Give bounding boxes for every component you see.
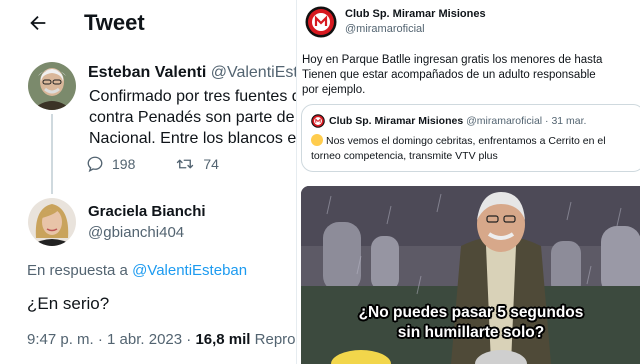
club-tweet-text: Hoy en Parque Batlle ingresan gratis los… bbox=[302, 53, 602, 98]
tweet-line: Nacional. Entre los blancos es bbox=[89, 130, 300, 147]
avatar-graciela[interactable] bbox=[28, 198, 76, 246]
smile-emoji-icon bbox=[311, 134, 323, 146]
reply-author-handle-row: @gbianchi404 bbox=[88, 224, 184, 241]
author-name[interactable]: Esteban Valenti bbox=[88, 64, 206, 81]
reply-author-name[interactable]: Graciela Bianchi bbox=[88, 203, 206, 220]
reply-text: ¿En serio? bbox=[27, 294, 110, 313]
quoted-tweet-text: Nos vemos el domingo cebritas, enfrentam… bbox=[311, 134, 606, 164]
quoted-author-name: Club Sp. Miramar Misiones bbox=[329, 115, 464, 127]
page-title: Tweet bbox=[84, 10, 145, 35]
tweet-meta: 9:47 p. m. · 1 abr. 2023 · 16,8 mil Repr… bbox=[27, 331, 300, 348]
author-handle[interactable]: @ValentiEste bbox=[211, 64, 300, 81]
retweet-icon bbox=[177, 159, 194, 169]
retweet-count: 74 bbox=[203, 156, 219, 172]
reply-icon bbox=[87, 156, 103, 173]
tweet-line: Confirmado por tres fuentes d bbox=[89, 88, 300, 105]
tweet-line: contra Penadés son parte de u bbox=[89, 109, 300, 126]
tweet-panel: Tweet Esteban Valenti @ValentiEste Confi… bbox=[0, 0, 300, 364]
club-handle[interactable]: @miramaroficial bbox=[345, 23, 425, 35]
back-arrow-icon[interactable] bbox=[27, 12, 49, 34]
club-tweet-panel: Club Sp. Miramar Misiones @miramaroficia… bbox=[296, 0, 640, 364]
retweet-button[interactable]: 74 bbox=[175, 155, 219, 173]
club-tweet-line: Tienen que estar acompañados de un adult… bbox=[302, 69, 596, 81]
views-suffix: Reprod bbox=[254, 331, 300, 348]
quoted-handle-date: @miramaroficial · 31 mar. bbox=[466, 115, 587, 127]
thread-line bbox=[51, 114, 53, 194]
club-logo-icon bbox=[311, 114, 325, 128]
quoted-tweet-header: Club Sp. Miramar Misiones @miramaroficia… bbox=[329, 115, 586, 127]
quoted-line: Nos vemos el domingo cebritas, enfrentam… bbox=[311, 134, 606, 149]
tweet-text: Confirmado por tres fuentes d contra Pen… bbox=[89, 86, 300, 149]
club-name[interactable]: Club Sp. Miramar Misiones bbox=[345, 8, 486, 20]
quoted-text-line2: torneo competencia, transmite VTV plus bbox=[311, 150, 498, 162]
view-count: 16,8 mil bbox=[195, 331, 251, 348]
tweet-actions: 198 74 bbox=[86, 155, 259, 173]
tweet-timestamp[interactable]: 9:47 p. m. · 1 abr. 2023 · bbox=[27, 331, 191, 348]
quoted-tweet[interactable]: Club Sp. Miramar Misiones @miramaroficia… bbox=[301, 104, 640, 172]
reply-prefix: En respuesta a bbox=[27, 262, 128, 279]
original-author-row: Esteban Valenti @ValentiEste bbox=[88, 64, 300, 82]
meme-image[interactable]: ¿No puedes pasar 5 segundos sin humillar… bbox=[301, 186, 640, 364]
reply-author-name-row: Graciela Bianchi bbox=[88, 203, 206, 220]
quoted-text-line1: Nos vemos el domingo cebritas, enfrentam… bbox=[326, 135, 606, 147]
meme-caption: ¿No puedes pasar 5 segundos sin humillar… bbox=[301, 303, 640, 343]
reply-author-handle[interactable]: @gbianchi404 bbox=[88, 224, 184, 241]
club-tweet-line: Hoy en Parque Batlle ingresan gratis los… bbox=[302, 54, 603, 66]
avatar-esteban[interactable] bbox=[28, 62, 76, 110]
meme-caption-line2: sin humillarte solo? bbox=[397, 324, 545, 341]
reply-button[interactable]: 198 bbox=[86, 155, 135, 173]
reply-to-link[interactable]: @ValentiEsteban bbox=[132, 262, 247, 279]
reply-count: 198 bbox=[112, 156, 136, 172]
meme-caption-line1: ¿No puedes pasar 5 segundos bbox=[358, 304, 584, 321]
club-tweet-line: por ejemplo. bbox=[302, 84, 366, 96]
reply-context: En respuesta a @ValentiEsteban bbox=[27, 262, 247, 279]
club-logo-icon[interactable] bbox=[305, 6, 337, 38]
